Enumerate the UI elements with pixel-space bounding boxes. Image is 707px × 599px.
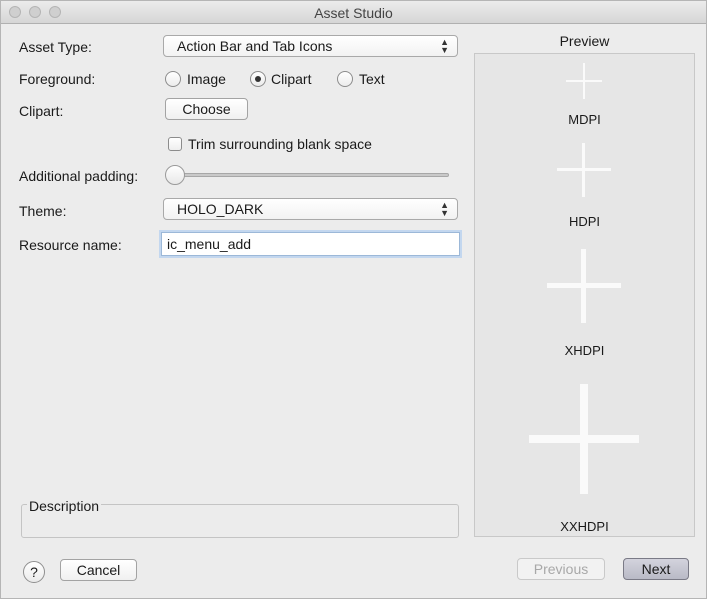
next-button[interactable]: Next — [623, 558, 689, 580]
asset-type-select[interactable]: Action Bar and Tab Icons ▲ ▼ — [163, 35, 458, 57]
select-arrows-icon: ▲ ▼ — [440, 37, 449, 55]
radio-clipart[interactable] — [250, 71, 266, 87]
padding-slider-knob[interactable] — [165, 165, 185, 185]
select-arrows-icon: ▲ ▼ — [440, 200, 449, 218]
asset-type-label: Asset Type: — [19, 39, 92, 55]
hdpi-label: HDPI — [568, 214, 601, 229]
mdpi-label: MDPI — [568, 112, 601, 127]
choose-button[interactable]: Choose — [165, 98, 248, 120]
trim-label: Trim surrounding blank space — [188, 136, 372, 152]
title-bar: Asset Studio — [1, 1, 706, 24]
plus-icon — [547, 249, 621, 323]
trim-checkbox[interactable] — [168, 137, 182, 151]
asset-type-value: Action Bar and Tab Icons — [177, 38, 333, 54]
radio-image[interactable] — [165, 71, 181, 87]
radio-text-label: Text — [359, 71, 385, 87]
cancel-button[interactable]: Cancel — [60, 559, 137, 581]
previous-button[interactable]: Previous — [517, 558, 605, 580]
theme-label: Theme: — [19, 203, 67, 219]
description-label: Description — [27, 498, 102, 514]
radio-image-label: Image — [187, 71, 226, 87]
theme-value: HOLO_DARK — [177, 201, 264, 217]
asset-studio-window: Asset Studio Asset Type: Action Bar and … — [0, 0, 707, 599]
clipart-label: Clipart: — [19, 103, 64, 119]
plus-icon — [557, 143, 611, 197]
window-title: Asset Studio — [314, 5, 393, 21]
radio-clipart-label: Clipart — [271, 71, 312, 87]
preview-title: Preview — [559, 33, 610, 49]
xxhdpi-label: XXHDPI — [560, 519, 609, 534]
xhdpi-label: XHDPI — [564, 343, 605, 358]
padding-label: Additional padding: — [19, 168, 139, 184]
theme-select[interactable]: HOLO_DARK ▲ ▼ — [163, 198, 458, 220]
foreground-label: Foreground: — [19, 71, 96, 87]
resource-name-input[interactable]: ic_menu_add — [161, 232, 460, 256]
padding-slider-track[interactable] — [173, 173, 449, 177]
plus-icon — [566, 63, 602, 99]
help-button[interactable]: ? — [23, 561, 45, 583]
radio-text[interactable] — [337, 71, 353, 87]
plus-icon — [529, 384, 639, 494]
resource-name-label: Resource name: — [19, 237, 122, 253]
